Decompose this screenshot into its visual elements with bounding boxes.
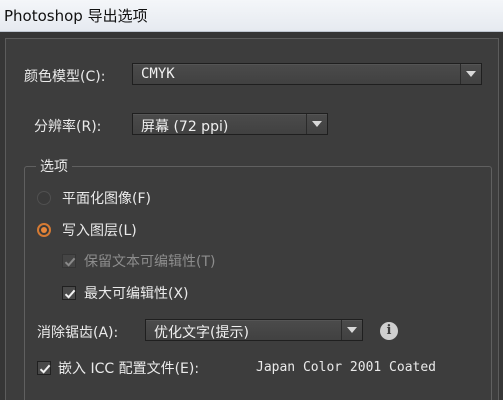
- color-model-value: CMYK: [141, 66, 175, 82]
- color-model-dropdown[interactable]: CMYK: [132, 63, 482, 85]
- embed-icc-label: 嵌入 ICC 配置文件(E):: [58, 361, 200, 377]
- options-group-legend: 选项: [36, 156, 72, 176]
- title-bar: Photoshop 导出选项: [0, 0, 503, 32]
- embed-icc-checkbox[interactable]: [37, 361, 51, 375]
- info-icon[interactable]: i: [380, 322, 398, 340]
- checkmark-icon: [64, 257, 76, 267]
- icc-profile-name: Japan Color 2001 Coated: [256, 360, 437, 375]
- anti-alias-label: 消除锯齿(A):: [37, 325, 119, 341]
- preserve-text-checkbox[interactable]: [62, 254, 76, 268]
- checkmark-icon: [64, 289, 76, 299]
- window-title: Photoshop 导出选项: [4, 7, 148, 25]
- resolution-dropdown[interactable]: 屏幕 (72 ppi): [132, 113, 328, 135]
- write-layers-label: 写入图层(L): [62, 223, 137, 239]
- color-model-label: 颜色模型(C):: [24, 69, 106, 85]
- anti-alias-dropdown[interactable]: 优化文字(提示): [145, 319, 363, 341]
- resolution-label: 分辨率(R):: [34, 119, 102, 135]
- flatten-image-radio[interactable]: [37, 191, 51, 205]
- max-editability-checkbox[interactable]: [62, 286, 76, 300]
- max-editability-label: 最大可编辑性(X): [84, 286, 189, 302]
- anti-alias-value: 优化文字(提示): [154, 325, 249, 341]
- chevron-down-icon: [306, 114, 327, 134]
- chevron-down-icon: [341, 320, 362, 340]
- checkmark-icon: [39, 364, 51, 374]
- preserve-text-label: 保留文本可编辑性(T): [84, 254, 216, 270]
- chevron-down-icon: [460, 64, 481, 84]
- write-layers-radio[interactable]: [37, 223, 51, 237]
- resolution-value: 屏幕 (72 ppi): [141, 119, 229, 135]
- flatten-image-label: 平面化图像(F): [62, 191, 151, 207]
- export-options-dialog: Photoshop 导出选项 颜色模型(C): CMYK 分辨率(R): 屏幕 …: [0, 0, 503, 400]
